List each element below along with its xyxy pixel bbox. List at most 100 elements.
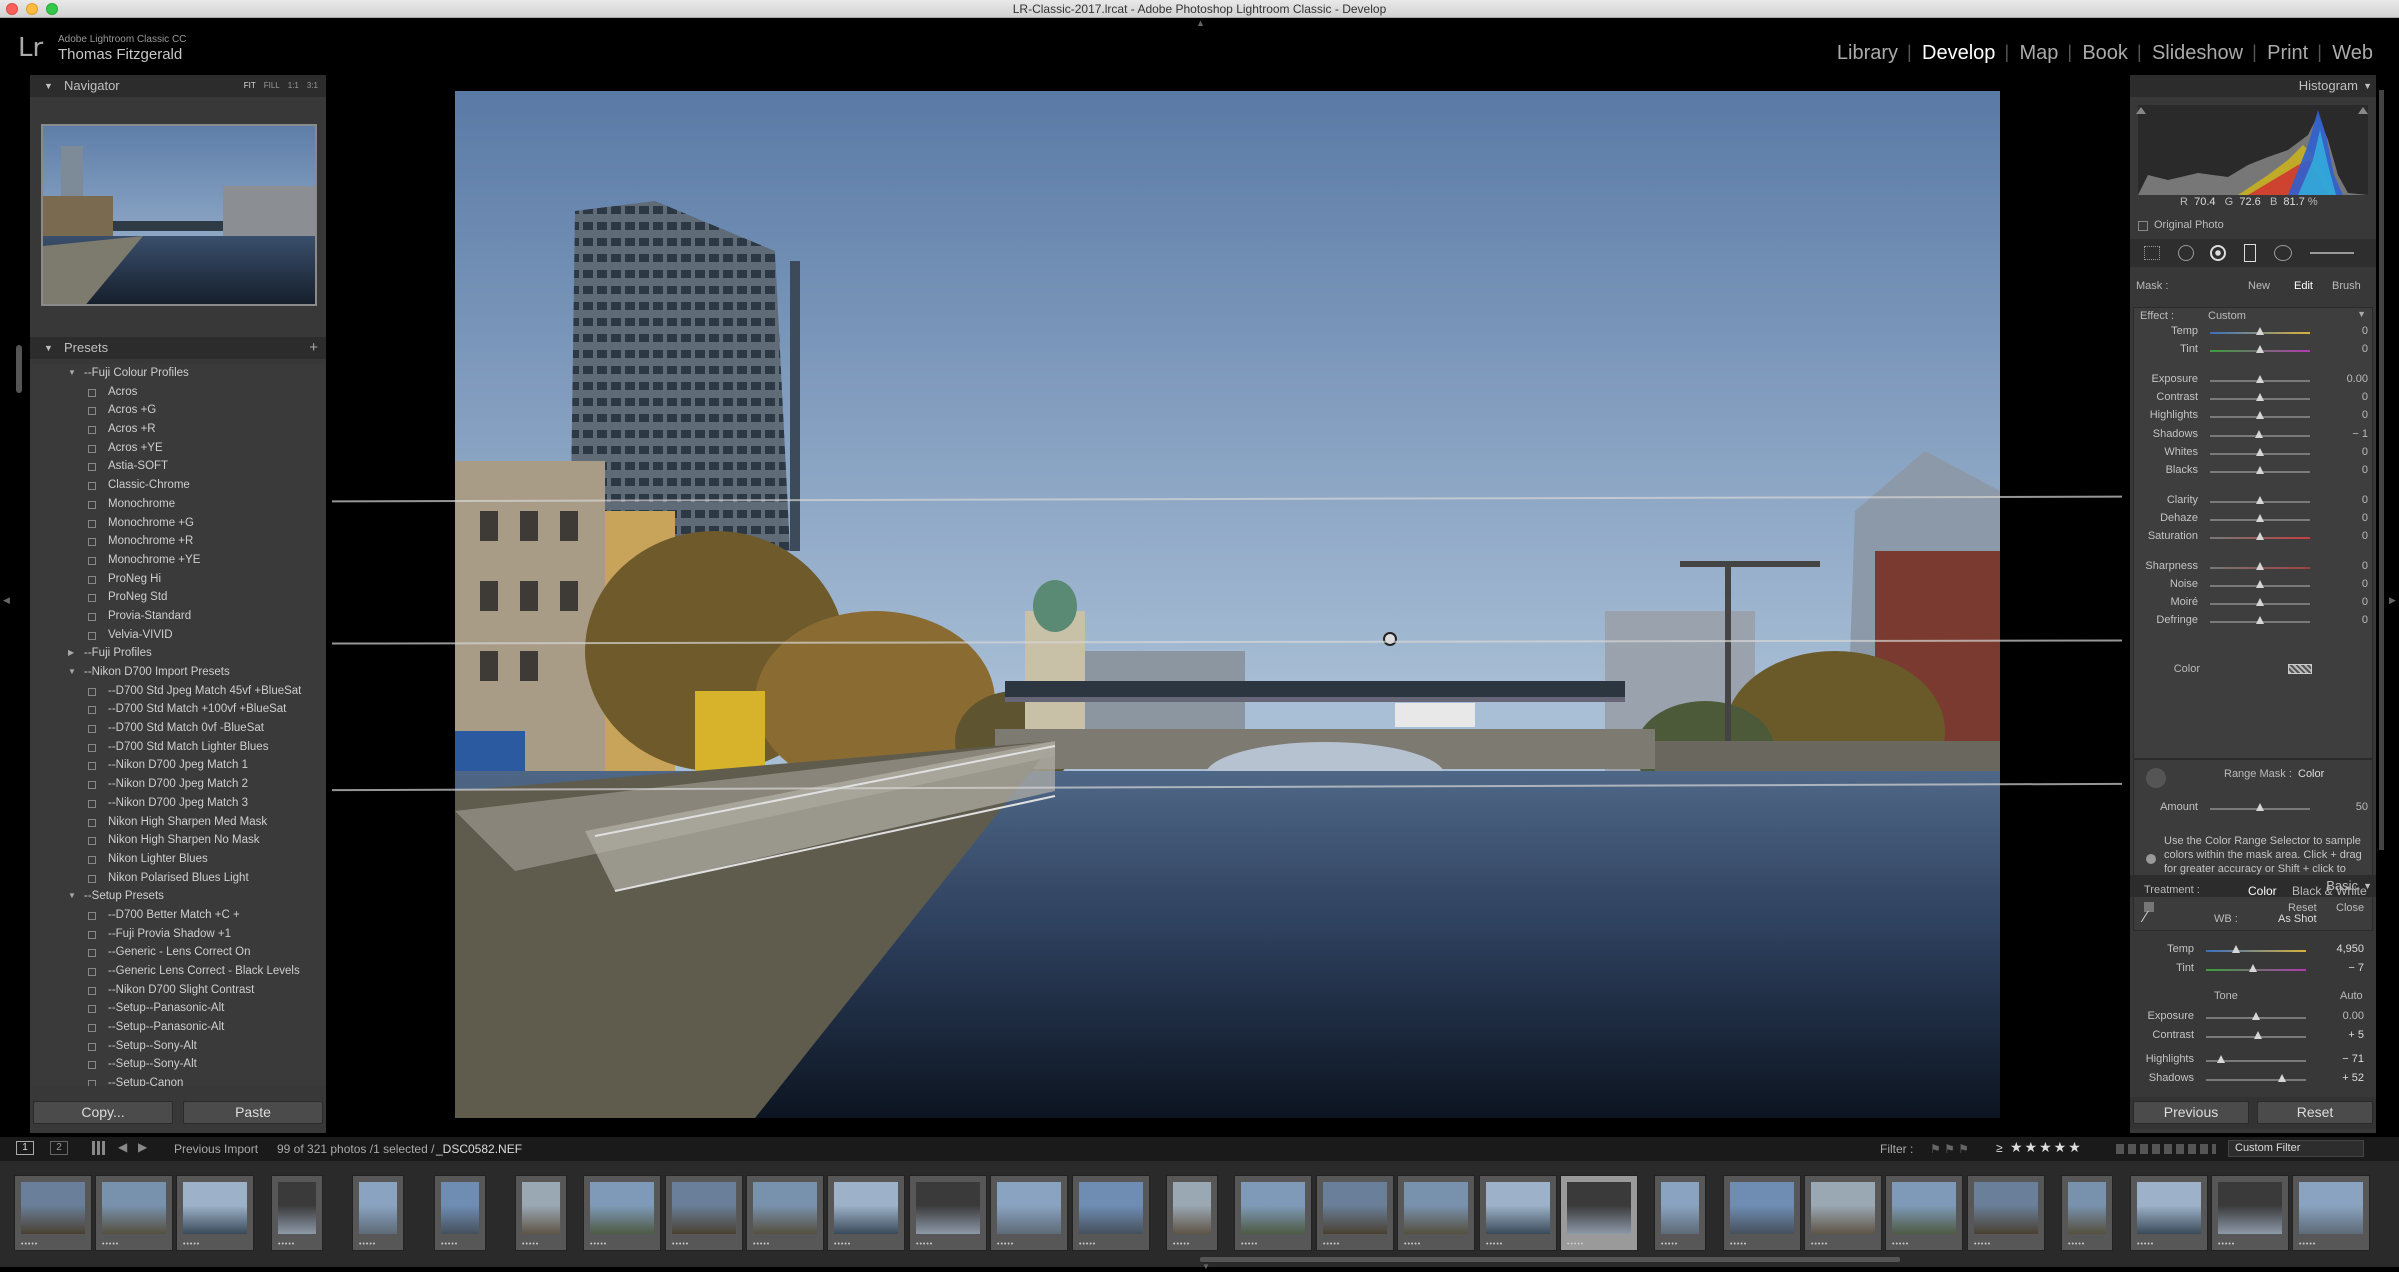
slider-value[interactable]: 0 (2362, 560, 2368, 572)
slider-knob[interactable] (2256, 514, 2264, 522)
mask-edit[interactable]: Edit (2294, 280, 2313, 292)
collapse-triangle-icon[interactable]: ▼ (2363, 75, 2372, 97)
highlights-value[interactable]: − 71 (2342, 1053, 2364, 1065)
filmstrip-thumbnail[interactable]: ••••• (827, 1175, 905, 1251)
preset-item[interactable]: --D700 Better Match +C + (30, 906, 326, 925)
preset-item[interactable]: --Nikon D700 Jpeg Match 3 (30, 794, 326, 813)
mask-slider-shadows[interactable]: Shadows − 1 (2140, 427, 2368, 443)
filmstrip-thumbnail[interactable]: ••••• (14, 1175, 92, 1251)
preset-folder[interactable]: ▼ --Setup Presets (30, 887, 326, 906)
slider-value[interactable]: 0 (2362, 391, 2368, 403)
preset-item[interactable]: Nikon Polarised Blues Light (30, 869, 326, 888)
temp-value[interactable]: 4,950 (2336, 943, 2364, 955)
module-slideshow[interactable]: Slideshow (2137, 42, 2255, 65)
graduated-filter-icon[interactable] (2244, 244, 2256, 262)
radial-filter-icon[interactable] (2274, 245, 2292, 261)
module-book[interactable]: Book (2067, 42, 2140, 65)
filmstrip-thumbnail[interactable]: ••••• (434, 1175, 486, 1251)
filmstrip-thumbnail[interactable]: ••••• (2130, 1175, 2208, 1251)
zoom-option[interactable]: FIT (244, 81, 256, 90)
copy-button[interactable]: Copy... (33, 1101, 173, 1124)
selected-filename[interactable]: _DSC0582.NEF (436, 1142, 522, 1156)
slider-value[interactable]: 0 (2362, 343, 2368, 355)
preset-item[interactable]: Monochrome +R (30, 532, 326, 551)
shadows-track[interactable] (2206, 1079, 2306, 1081)
tint-value[interactable]: − 7 (2348, 962, 2364, 974)
preset-item[interactable]: --Setup--Panasonic-Alt (30, 999, 326, 1018)
mask-slider-tint[interactable]: Tint 0 (2140, 342, 2368, 358)
rating-stars[interactable]: ★★★★★ (2010, 1139, 2083, 1156)
basic-exposure-slider[interactable]: Exposure 0.00 (2136, 1009, 2364, 1025)
contrast-value[interactable]: + 5 (2348, 1029, 2364, 1041)
flag-filter-icons[interactable]: ⚑ ⚑ ⚑ (1930, 1142, 1969, 1156)
preset-folder[interactable]: ▼ --Fuji Colour Profiles (30, 364, 326, 383)
mask-new[interactable]: New (2248, 280, 2270, 292)
shadows-knob[interactable] (2278, 1074, 2286, 1082)
back-arrow-icon[interactable]: ◀ (118, 1140, 127, 1154)
main-photo[interactable] (455, 91, 2000, 1118)
slider-knob[interactable] (2256, 448, 2264, 456)
preset-item[interactable]: --Setup--Sony-Alt (30, 1037, 326, 1056)
navigator-header[interactable]: ▼ Navigator FIT FILL 1:1 3:1 (30, 75, 326, 97)
mask-slider-temp[interactable]: Temp 0 (2140, 324, 2368, 340)
right-panel-scrollbar[interactable] (2379, 90, 2384, 850)
preset-item[interactable]: Acros +G (30, 401, 326, 420)
slider-value[interactable]: 0 (2362, 512, 2368, 524)
wb-eyedropper-icon[interactable]: ⁄ (2144, 909, 2166, 931)
wb-dropdown[interactable]: As Shot (2278, 913, 2317, 925)
right-panel-toggle-icon[interactable]: ▶ (2389, 595, 2396, 606)
mask-close-button[interactable]: Close (2336, 902, 2364, 914)
temp-knob[interactable] (2232, 945, 2240, 953)
shadows-value[interactable]: + 52 (2342, 1072, 2364, 1084)
window-1-button[interactable]: 1 (16, 1141, 34, 1155)
mask-slider-sharpness[interactable]: Sharpness 0 (2140, 559, 2368, 575)
filmstrip-thumbnail[interactable]: ••••• (1316, 1175, 1394, 1251)
preset-item[interactable]: --Setup-Canon (30, 1074, 326, 1086)
mask-slider-defringe[interactable]: Defringe 0 (2140, 613, 2368, 629)
color-label-filter[interactable] (2116, 1144, 2216, 1154)
filmstrip-thumbnail[interactable]: ••••• (271, 1175, 323, 1251)
filmstrip-thumbnail[interactable]: ••••• (2292, 1175, 2370, 1251)
filmstrip-thumbnail[interactable]: ••••• (1560, 1175, 1638, 1251)
previous-button[interactable]: Previous (2133, 1101, 2249, 1124)
mask-brush[interactable]: Brush (2332, 280, 2361, 292)
slider-knob[interactable] (2256, 393, 2264, 401)
filmstrip-thumbnail[interactable]: ••••• (1166, 1175, 1218, 1251)
original-photo-checkbox[interactable] (2138, 221, 2148, 231)
filmstrip-thumbnail[interactable]: ••••• (1479, 1175, 1557, 1251)
amount-value[interactable]: 50 (2356, 801, 2368, 813)
preset-item[interactable]: Monochrome +YE (30, 551, 326, 570)
crop-tool-icon[interactable] (2144, 246, 2160, 260)
module-develop[interactable]: Develop (1907, 42, 2007, 65)
filmstrip-thumbnail[interactable]: ••••• (1397, 1175, 1475, 1251)
preset-item[interactable]: Astia-SOFT (30, 457, 326, 476)
amount-knob[interactable] (2256, 803, 2264, 811)
filmstrip-thumbnail[interactable]: ••••• (1072, 1175, 1150, 1251)
window-2-button[interactable]: 2 (50, 1141, 68, 1155)
preset-item[interactable]: Acros (30, 383, 326, 402)
slider-knob[interactable] (2256, 411, 2264, 419)
slider-knob[interactable] (2256, 532, 2264, 540)
preset-item[interactable]: Monochrome +G (30, 514, 326, 533)
folder-open-icon[interactable]: ▼ (68, 887, 76, 906)
treatment-bw[interactable]: Black & White (2292, 884, 2367, 898)
preset-item[interactable]: Acros +R (30, 420, 326, 439)
preset-item[interactable]: --Setup--Sony-Alt (30, 1055, 326, 1074)
folder-closed-icon[interactable]: ▶ (68, 644, 74, 663)
zoom-option[interactable]: FILL (264, 81, 280, 90)
preset-item[interactable]: ProNeg Hi (30, 570, 326, 589)
preset-item[interactable]: --Generic - Lens Correct On (30, 943, 326, 962)
histogram-graph[interactable] (2138, 105, 2368, 195)
add-preset-icon[interactable]: + (309, 337, 318, 359)
preset-item[interactable]: ProNeg Std (30, 588, 326, 607)
folder-open-icon[interactable]: ▼ (68, 663, 76, 682)
exposure-value[interactable]: 0.00 (2343, 1010, 2364, 1022)
highlight-clipping-icon[interactable] (2358, 107, 2368, 114)
preset-item[interactable]: Nikon High Sharpen Med Mask (30, 813, 326, 832)
preset-item[interactable]: Monochrome (30, 495, 326, 514)
mask-slider-noise[interactable]: Noise 0 (2140, 577, 2368, 593)
slider-knob[interactable] (2256, 616, 2264, 624)
temp-track[interactable] (2206, 950, 2306, 952)
range-mask-dropdown[interactable]: Color (2298, 768, 2324, 780)
spot-removal-icon[interactable] (2178, 245, 2194, 261)
